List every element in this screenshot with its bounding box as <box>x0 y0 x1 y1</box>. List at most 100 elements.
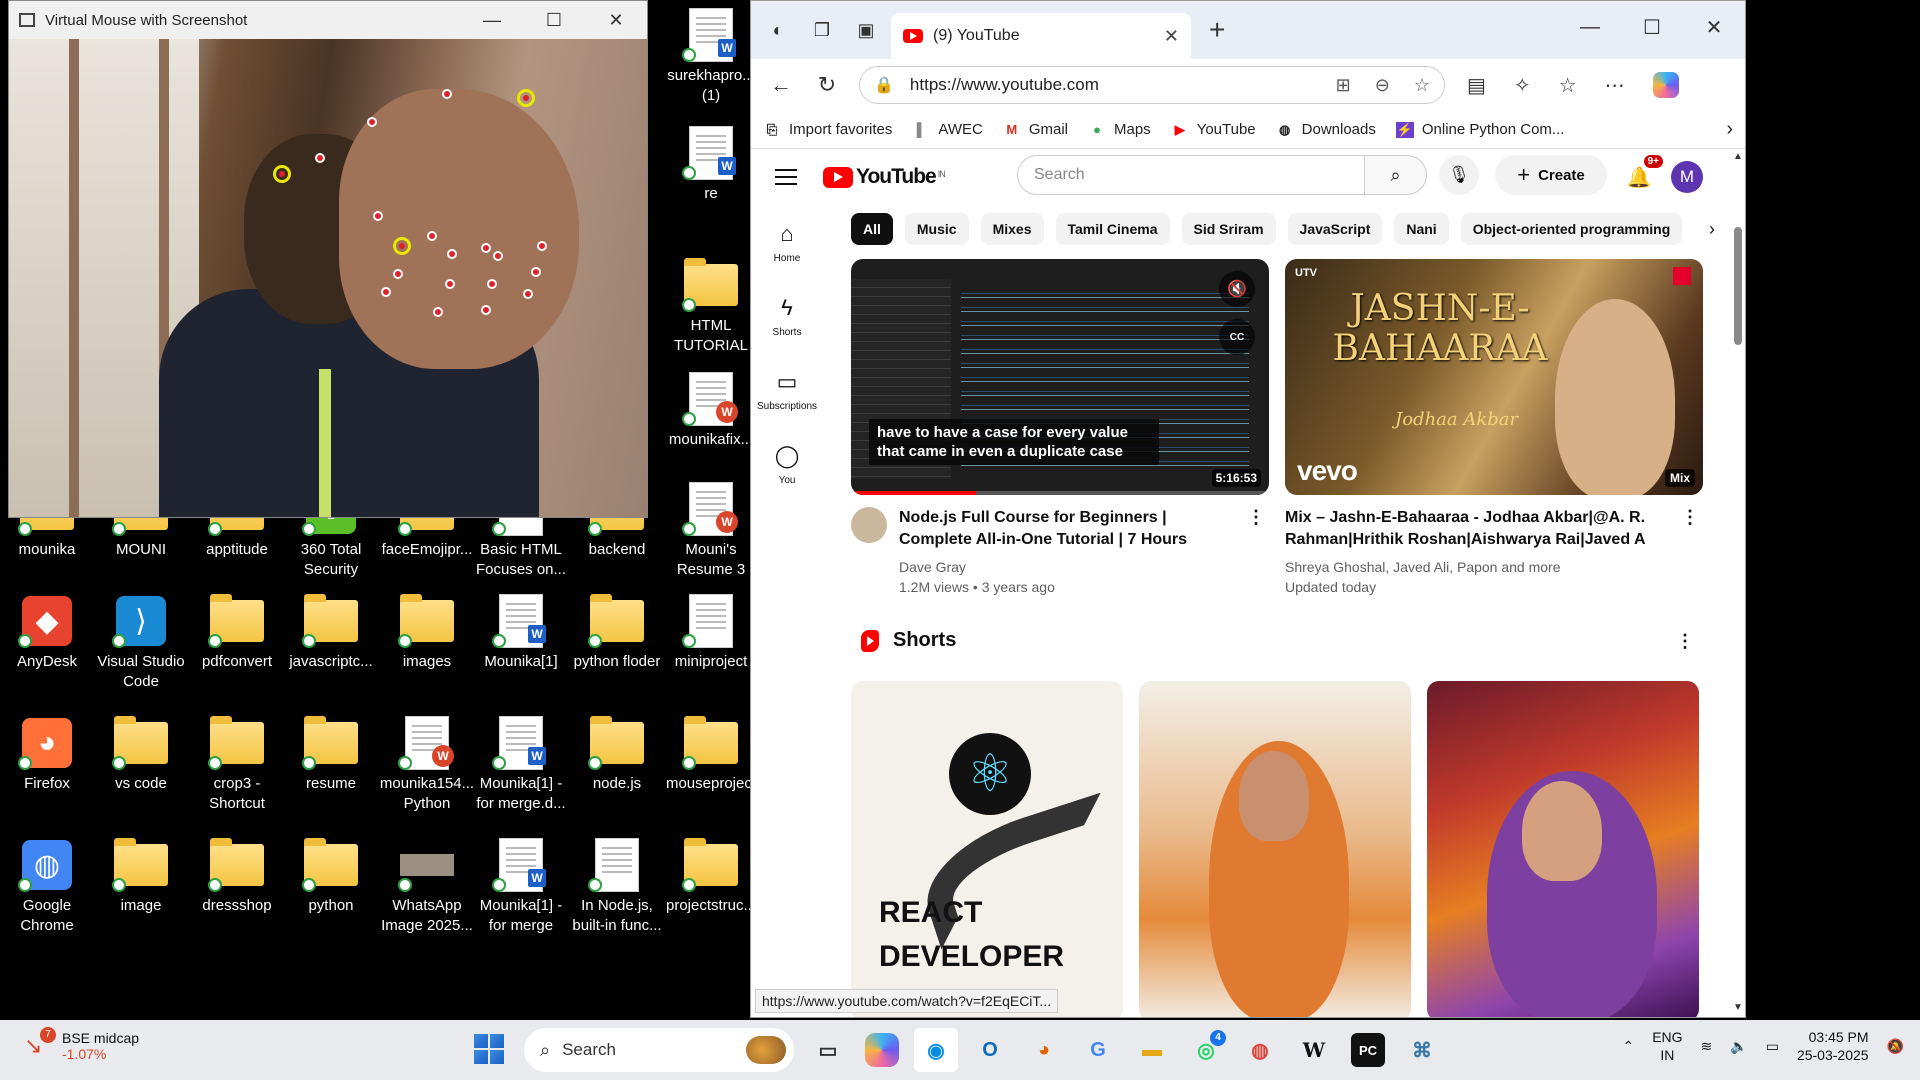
notifications-bell-icon[interactable]: 🔕 <box>1887 1038 1904 1055</box>
favorites-icon[interactable]: ☆ <box>1559 73 1577 98</box>
app-available-icon[interactable]: ⊞ <box>1336 75 1351 96</box>
desktop-icon[interactable]: javascriptc... <box>284 594 378 672</box>
fav-downloads[interactable]: ◍ Downloads <box>1276 121 1376 138</box>
desktop-icon[interactable]: WhatsApp Image 2025... <box>380 838 474 936</box>
chip-mixes[interactable]: Mixes <box>980 213 1044 245</box>
youtube-logo[interactable]: YouTube IN <box>823 165 946 189</box>
zoom-icon[interactable]: ⊖ <box>1375 75 1390 96</box>
desktop-icon[interactable]: ⟩ Visual Studio Code <box>94 594 188 692</box>
new-tab-button[interactable]: + <box>1209 14 1225 46</box>
refresh-button[interactable]: ↻ <box>807 65 847 105</box>
desktop-icon[interactable]: W Mounika[1] <box>474 594 568 672</box>
page-scrollbar[interactable]: ▲ ▼ <box>1731 151 1743 1017</box>
channel-avatar[interactable] <box>851 507 887 543</box>
desktop-icon[interactable]: vs code <box>94 716 188 794</box>
fav-online-python[interactable]: ⚡ Online Python Com... <box>1395 121 1564 138</box>
video-thumbnail[interactable]: UTV JASHN-E-BAHAARAA Jodhaa Akbar vevo M… <box>1285 259 1703 495</box>
desktop-icon[interactable]: resume <box>284 716 378 794</box>
fav-youtube[interactable]: ▶ YouTube <box>1171 121 1256 138</box>
camera-window[interactable]: Virtual Mouse with Screenshot — ☐ ✕ <box>8 0 648 518</box>
chip-music[interactable]: Music <box>904 213 969 245</box>
google-icon[interactable]: G <box>1076 1028 1120 1072</box>
vertical-tabs-icon[interactable]: ▣ <box>849 13 883 47</box>
shorts-more-icon[interactable]: ⋮ <box>1676 631 1694 652</box>
desktop-icon[interactable]: HTML TUTORIAL <box>664 258 758 356</box>
desktop-icon[interactable]: ◕ Firefox <box>0 716 94 794</box>
sidebar-item-home[interactable]: ⌂ Home <box>751 205 823 279</box>
search-input[interactable]: Search <box>1017 155 1365 195</box>
wifi-icon[interactable]: ≋ <box>1701 1038 1713 1055</box>
scroll-up-arrow-icon[interactable]: ▲ <box>1733 151 1743 162</box>
desktop-icon[interactable]: In Node.js, built-in func... <box>570 838 664 936</box>
tab-youtube[interactable]: (9) YouTube ✕ <box>891 13 1191 59</box>
video-title[interactable]: Node.js Full Course for Beginners | Comp… <box>899 507 1239 551</box>
desktop-icon[interactable]: Wmounika154... Python <box>380 716 474 814</box>
scrollbar-thumb[interactable] <box>1734 227 1742 345</box>
edge-icon[interactable]: ◉ <box>914 1028 958 1072</box>
sidebar-item-subscriptions[interactable]: ▭ Subscriptions <box>751 353 823 427</box>
chip-all[interactable]: All <box>851 213 893 245</box>
collections-icon[interactable]: ▤ <box>1467 73 1486 98</box>
workspaces-icon[interactable]: ❐ <box>805 13 839 47</box>
fav-awec[interactable]: ▌ AWEC <box>912 121 983 138</box>
fav-gmail[interactable]: M Gmail <box>1003 121 1068 138</box>
desktop-icon[interactable]: python <box>284 838 378 916</box>
fav-maps[interactable]: ● Maps <box>1088 121 1151 138</box>
chip-nani[interactable]: Nani <box>1394 213 1449 245</box>
speaker-muted-icon[interactable]: 🔈 <box>1730 1038 1747 1055</box>
short-card[interactable]: ⚛ REACT DEVELOPER ROADMAP <box>851 681 1123 1017</box>
start-button[interactable] <box>474 1034 504 1064</box>
camera-window-titlebar[interactable]: Virtual Mouse with Screenshot — ☐ ✕ <box>9 1 647 39</box>
captions-icon[interactable]: CC <box>1219 319 1255 355</box>
desktop-icon[interactable]: W Mounika[1] - for merge.d... <box>474 716 568 814</box>
sidebar-item-shorts[interactable]: ϟ Shorts <box>751 279 823 353</box>
desktop-icon[interactable]: ◆ AnyDesk <box>0 594 94 672</box>
language-indicator[interactable]: ENG IN <box>1652 1028 1682 1064</box>
pycharm-icon[interactable]: PC <box>1351 1033 1385 1067</box>
edge-browser-window[interactable]: ◐ ❐ ▣ (9) YouTube ✕ + — ☐ ✕ ← ↻ 🔒 https:… <box>750 0 1746 1018</box>
video-title[interactable]: Mix – Jashn-E-Bahaaraa - Jodhaa Akbar|@A… <box>1285 507 1675 551</box>
desktop-icon[interactable]: image <box>94 838 188 916</box>
close-tab-icon[interactable]: ✕ <box>1164 26 1179 47</box>
favorite-star-icon[interactable]: ☆ <box>1414 75 1430 96</box>
task-view-icon[interactable]: ▭ <box>806 1028 850 1072</box>
address-bar[interactable]: 🔒 https://www.youtube.com ⊞ ⊖ ☆ <box>859 66 1445 104</box>
copilot-app-icon[interactable] <box>865 1033 899 1067</box>
more-actions-icon[interactable]: ⋮ <box>1247 507 1265 528</box>
mute-icon[interactable]: 🔇 <box>1219 271 1255 307</box>
clock[interactable]: 03:45 PM 25-03-2025 <box>1797 1028 1869 1064</box>
video-thumbnail[interactable]: 🔇 CC have to have a case for every value… <box>851 259 1269 495</box>
outlook-icon[interactable]: O <box>968 1028 1012 1072</box>
wikipedia-icon[interactable]: W <box>1292 1028 1336 1072</box>
desktop-icon[interactable]: W Mounika[1] - for merge <box>474 838 568 936</box>
desktop-icon[interactable]: crop3 - Shortcut <box>190 716 284 814</box>
back-button[interactable]: ← <box>761 65 801 105</box>
desktop-icon[interactable]: W Mouni's Resume 3 <box>664 482 758 580</box>
short-card[interactable] <box>1139 681 1411 1017</box>
chip-sid-sriram[interactable]: Sid Sriram <box>1181 213 1276 245</box>
sidebar-item-you[interactable]: ◯ You <box>751 427 823 501</box>
hamburger-menu-icon[interactable] <box>775 169 797 185</box>
chips-next-chevron-icon[interactable]: › <box>1709 219 1715 240</box>
create-button[interactable]: + Create <box>1495 155 1607 195</box>
video-card[interactable]: UTV JASHN-E-BAHAARAA Jodhaa Akbar vevo M… <box>1285 259 1703 597</box>
short-card[interactable] <box>1427 681 1699 1017</box>
scroll-down-arrow-icon[interactable]: ▼ <box>1733 1002 1743 1013</box>
more-actions-icon[interactable]: ⋮ <box>1681 507 1699 528</box>
desktop-icon[interactable]: Wmounikafix... <box>664 372 758 450</box>
desktop-icon[interactable]: dressshop <box>190 838 284 916</box>
maximize-button[interactable]: ☐ <box>1621 1 1683 53</box>
video-card[interactable]: 🔇 CC have to have a case for every value… <box>851 259 1269 597</box>
minimize-button[interactable]: — <box>461 10 523 31</box>
whatsapp-icon[interactable]: ◎ 4 <box>1184 1028 1228 1072</box>
desktop-icon[interactable]: miniproject <box>664 594 758 672</box>
file-explorer-icon[interactable]: ▬ <box>1130 1028 1174 1072</box>
chip-oop[interactable]: Object-oriented programming <box>1460 213 1683 245</box>
desktop-icon[interactable]: Wre <box>664 126 758 204</box>
desktop-icon[interactable]: pdfconvert <box>190 594 284 672</box>
python-icon[interactable]: ⌘ <box>1400 1028 1444 1072</box>
firefox-icon[interactable]: ◕ <box>1022 1028 1066 1072</box>
channel-name[interactable]: Shreya Ghoshal, Javed Ali, Papon and mor… <box>1285 557 1675 577</box>
desktop-icon[interactable]: mouseproject <box>664 716 758 794</box>
chrome-icon[interactable]: ◍ <box>1238 1028 1282 1072</box>
